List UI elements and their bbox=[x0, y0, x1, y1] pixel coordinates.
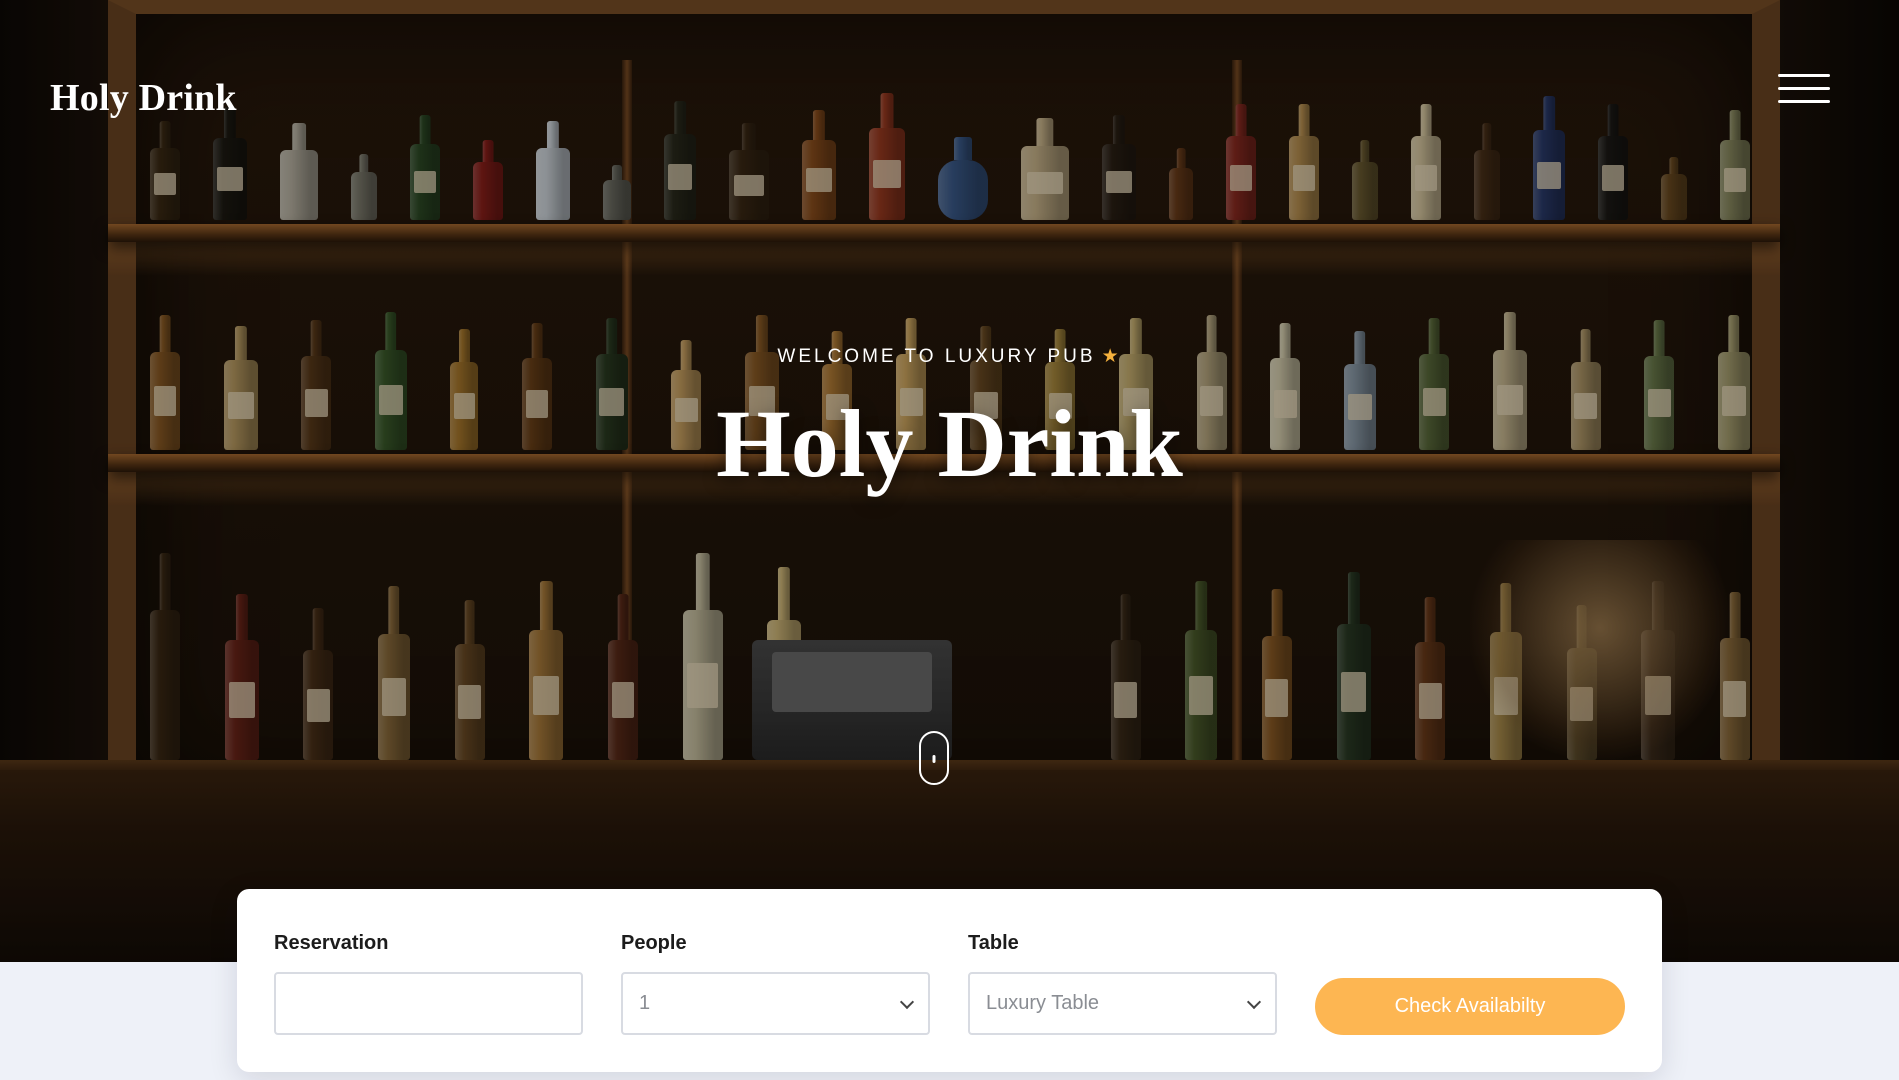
chevron-down-icon bbox=[899, 994, 915, 1009]
mouse-scroll-icon[interactable] bbox=[919, 731, 949, 785]
reservation-field[interactable] bbox=[274, 972, 583, 1035]
hero-eyebrow-text: WELCOME TO LUXURY PUB bbox=[777, 346, 1096, 367]
people-select-value: 1 bbox=[639, 992, 651, 1014]
reservation-label: Reservation bbox=[274, 932, 389, 954]
table-label: Table bbox=[968, 932, 1019, 954]
chevron-down-icon bbox=[1246, 994, 1262, 1009]
reservation-input[interactable] bbox=[292, 974, 565, 1033]
menu-line bbox=[1778, 100, 1830, 103]
hero-eyebrow: WELCOME TO LUXURY PUB ★ bbox=[0, 345, 1899, 368]
hamburger-icon[interactable] bbox=[1778, 74, 1830, 104]
star-icon: ★ bbox=[1101, 346, 1122, 367]
people-label: People bbox=[621, 932, 687, 954]
brand-logo[interactable]: Holy Drink bbox=[50, 76, 237, 120]
people-select[interactable]: 1 bbox=[621, 972, 930, 1035]
menu-line bbox=[1778, 74, 1830, 77]
check-availability-button[interactable]: Check Availabilty bbox=[1315, 978, 1625, 1035]
table-select-value: Luxury Table bbox=[986, 992, 1100, 1014]
booking-form: Reservation People 1 Table Luxury Table … bbox=[237, 889, 1662, 1072]
menu-line bbox=[1778, 87, 1830, 90]
hero-title: Holy Drink bbox=[716, 390, 1183, 497]
table-select[interactable]: Luxury Table bbox=[968, 972, 1277, 1035]
